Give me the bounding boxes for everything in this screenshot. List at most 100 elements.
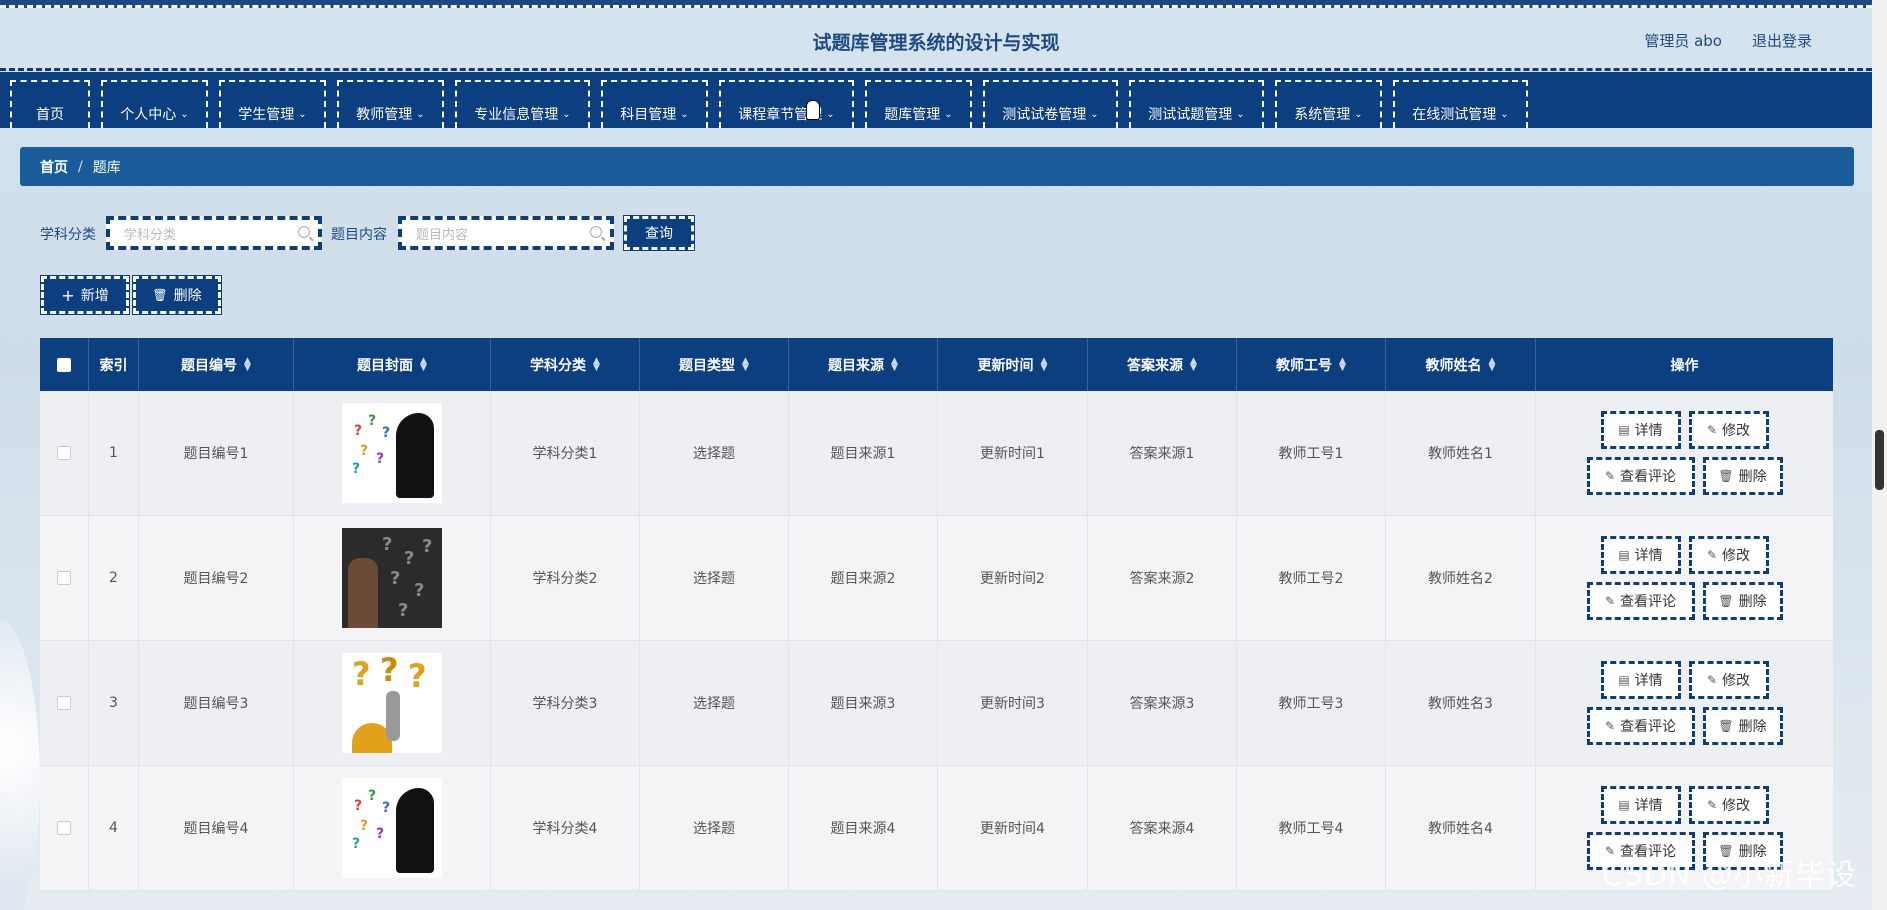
- row-answer-source: 答案来源4: [1088, 766, 1237, 890]
- col-teacher-id[interactable]: 教师工号 ▲ ▼: [1237, 338, 1386, 391]
- col-code[interactable]: 题目编号 ▲ ▼: [139, 338, 294, 391]
- nav-item-online-test[interactable]: 在线测试管理 ⌄: [1393, 80, 1528, 128]
- chevron-down-icon: ⌄: [680, 108, 689, 120]
- row-type: 选择题: [640, 391, 789, 515]
- chevron-down-icon: ⌄: [180, 108, 189, 120]
- cover-image[interactable]: ? ? ? ? ? ?: [342, 403, 442, 503]
- row-code: 题目编号1: [139, 391, 294, 515]
- pencil-icon: ✎: [1604, 469, 1616, 483]
- row-code: 题目编号4: [139, 766, 294, 890]
- row-cover: ? ? ? ? ? ?: [294, 766, 491, 890]
- user-name: 管理员 abo: [1644, 32, 1722, 50]
- document-icon: ▤: [1618, 673, 1630, 687]
- row-delete-button[interactable]: 🗑 删除: [1702, 457, 1783, 495]
- nav-item-home[interactable]: 首页: [10, 80, 90, 128]
- document-icon: ▤: [1618, 423, 1630, 437]
- search-icon: [590, 226, 602, 238]
- trash-icon: 🗑: [1718, 469, 1734, 483]
- col-updated[interactable]: 更新时间 ▲ ▼: [938, 338, 1088, 391]
- row-teacher-id: 教师工号2: [1237, 516, 1386, 640]
- chevron-down-icon: ⌄: [1090, 108, 1099, 120]
- chevron-down-icon: ⌄: [562, 108, 571, 120]
- document-icon: ▤: [1618, 548, 1630, 562]
- subject-filter-input[interactable]: 学科分类: [106, 216, 322, 250]
- sort-icon: ▲ ▼: [891, 355, 898, 373]
- question-table: 索引 题目编号 ▲ ▼ 题目封面 ▲ ▼ 学科分类 ▲ ▼ 题目类型 ▲ ▼ 题目来源 ▲ ▼ 更新…: [40, 338, 1833, 891]
- nav-item-chapters[interactable]: 课程章节管理 ⌄: [719, 80, 854, 128]
- pencil-icon: ✎: [1604, 719, 1616, 733]
- nav-item-test-questions[interactable]: 测试试题管理 ⌄: [1129, 80, 1264, 128]
- col-answer-source[interactable]: 答案来源 ▲ ▼: [1088, 338, 1237, 391]
- col-source[interactable]: 题目来源 ▲ ▼: [789, 338, 938, 391]
- row-source: 题目来源1: [789, 391, 938, 515]
- col-teacher-name[interactable]: 教师姓名 ▲ ▼: [1386, 338, 1536, 391]
- nav-item-majors[interactable]: 专业信息管理 ⌄: [455, 80, 590, 128]
- query-button[interactable]: 查询: [623, 215, 695, 251]
- cover-image[interactable]: ? ? ? ? ? ?: [342, 528, 442, 628]
- nav-item-teachers[interactable]: 教师管理 ⌄: [337, 80, 444, 128]
- detail-button[interactable]: ▤ 详情: [1600, 536, 1681, 574]
- row-type: 选择题: [640, 641, 789, 765]
- edit-button[interactable]: ✎ 修改: [1688, 411, 1769, 449]
- col-subject[interactable]: 学科分类 ▲ ▼: [491, 338, 640, 391]
- view-comments-button[interactable]: ✎ 查看评论: [1586, 707, 1695, 745]
- nav-item-profile[interactable]: 个人中心 ⌄: [101, 80, 208, 128]
- select-all-checkbox[interactable]: [40, 338, 89, 391]
- col-type[interactable]: 题目类型 ▲ ▼: [640, 338, 789, 391]
- col-index: 索引: [89, 338, 139, 391]
- sort-icon: ▲ ▼: [1339, 355, 1346, 373]
- detail-button[interactable]: ▤ 详情: [1600, 411, 1681, 449]
- cover-image[interactable]: ? ? ?: [342, 653, 442, 753]
- col-actions: 操作: [1670, 357, 1699, 374]
- row-subject: 学科分类1: [491, 391, 640, 515]
- scrollbar-thumb[interactable]: [1875, 430, 1884, 490]
- logout-link[interactable]: 退出登录: [1752, 30, 1812, 51]
- row-checkbox[interactable]: [40, 766, 89, 890]
- delete-button[interactable]: 🗑 删除: [132, 275, 222, 315]
- breadcrumb-home[interactable]: 首页: [40, 157, 68, 177]
- row-checkbox[interactable]: [40, 641, 89, 765]
- edit-button[interactable]: ✎ 修改: [1688, 786, 1769, 824]
- chevron-down-icon: ⌄: [1236, 108, 1245, 120]
- header: 试题库管理系统的设计与实现 管理员 abo 退出登录: [0, 8, 1872, 70]
- edit-button[interactable]: ✎ 修改: [1688, 536, 1769, 574]
- row-type: 选择题: [640, 516, 789, 640]
- row-checkbox[interactable]: [40, 391, 89, 515]
- view-comments-button[interactable]: ✎ 查看评论: [1586, 457, 1695, 495]
- vertical-scrollbar[interactable]: [1872, 0, 1887, 910]
- row-checkbox[interactable]: [40, 516, 89, 640]
- chevron-down-icon: ⌄: [826, 108, 835, 120]
- row-delete-button[interactable]: 🗑 删除: [1702, 582, 1783, 620]
- add-button[interactable]: + 新增: [40, 275, 130, 315]
- nav-item-test-papers[interactable]: 测试试卷管理 ⌄: [983, 80, 1118, 128]
- view-comments-button[interactable]: ✎ 查看评论: [1586, 582, 1695, 620]
- row-type: 选择题: [640, 766, 789, 890]
- row-code: 题目编号3: [139, 641, 294, 765]
- breadcrumb-separator: /: [78, 158, 83, 175]
- col-cover[interactable]: 题目封面 ▲ ▼: [294, 338, 491, 391]
- content-filter-input[interactable]: 题目内容: [398, 216, 614, 250]
- pencil-icon: ✎: [1706, 798, 1718, 812]
- pencil-icon: ✎: [1604, 594, 1616, 608]
- row-subject: 学科分类2: [491, 516, 640, 640]
- row-source: 题目来源3: [789, 641, 938, 765]
- row-teacher-id: 教师工号1: [1237, 391, 1386, 515]
- nav-item-system[interactable]: 系统管理 ⌄: [1275, 80, 1382, 128]
- nav-item-subjects[interactable]: 科目管理 ⌄: [601, 80, 708, 128]
- row-answer-source: 答案来源2: [1088, 516, 1237, 640]
- nav-item-question-bank[interactable]: 题库管理 ⌄: [865, 80, 972, 128]
- row-subject: 学科分类4: [491, 766, 640, 890]
- chevron-down-icon: ⌄: [944, 108, 953, 120]
- edit-button[interactable]: ✎ 修改: [1688, 661, 1769, 699]
- detail-button[interactable]: ▤ 详情: [1600, 661, 1681, 699]
- detail-button[interactable]: ▤ 详情: [1600, 786, 1681, 824]
- sort-icon: ▲ ▼: [420, 355, 427, 373]
- table-row: 1 题目编号1 ? ? ? ? ? ? 学科分类1 选择题 题目来源1 更新时间…: [40, 391, 1833, 516]
- row-updated: 更新时间4: [938, 766, 1088, 890]
- pencil-icon: ✎: [1706, 673, 1718, 687]
- row-delete-button[interactable]: 🗑 删除: [1702, 707, 1783, 745]
- nav-item-students[interactable]: 学生管理 ⌄: [219, 80, 326, 128]
- cover-image[interactable]: ? ? ? ? ? ?: [342, 778, 442, 878]
- chevron-down-icon: ⌄: [1500, 108, 1509, 120]
- sort-icon: ▲ ▼: [244, 355, 251, 373]
